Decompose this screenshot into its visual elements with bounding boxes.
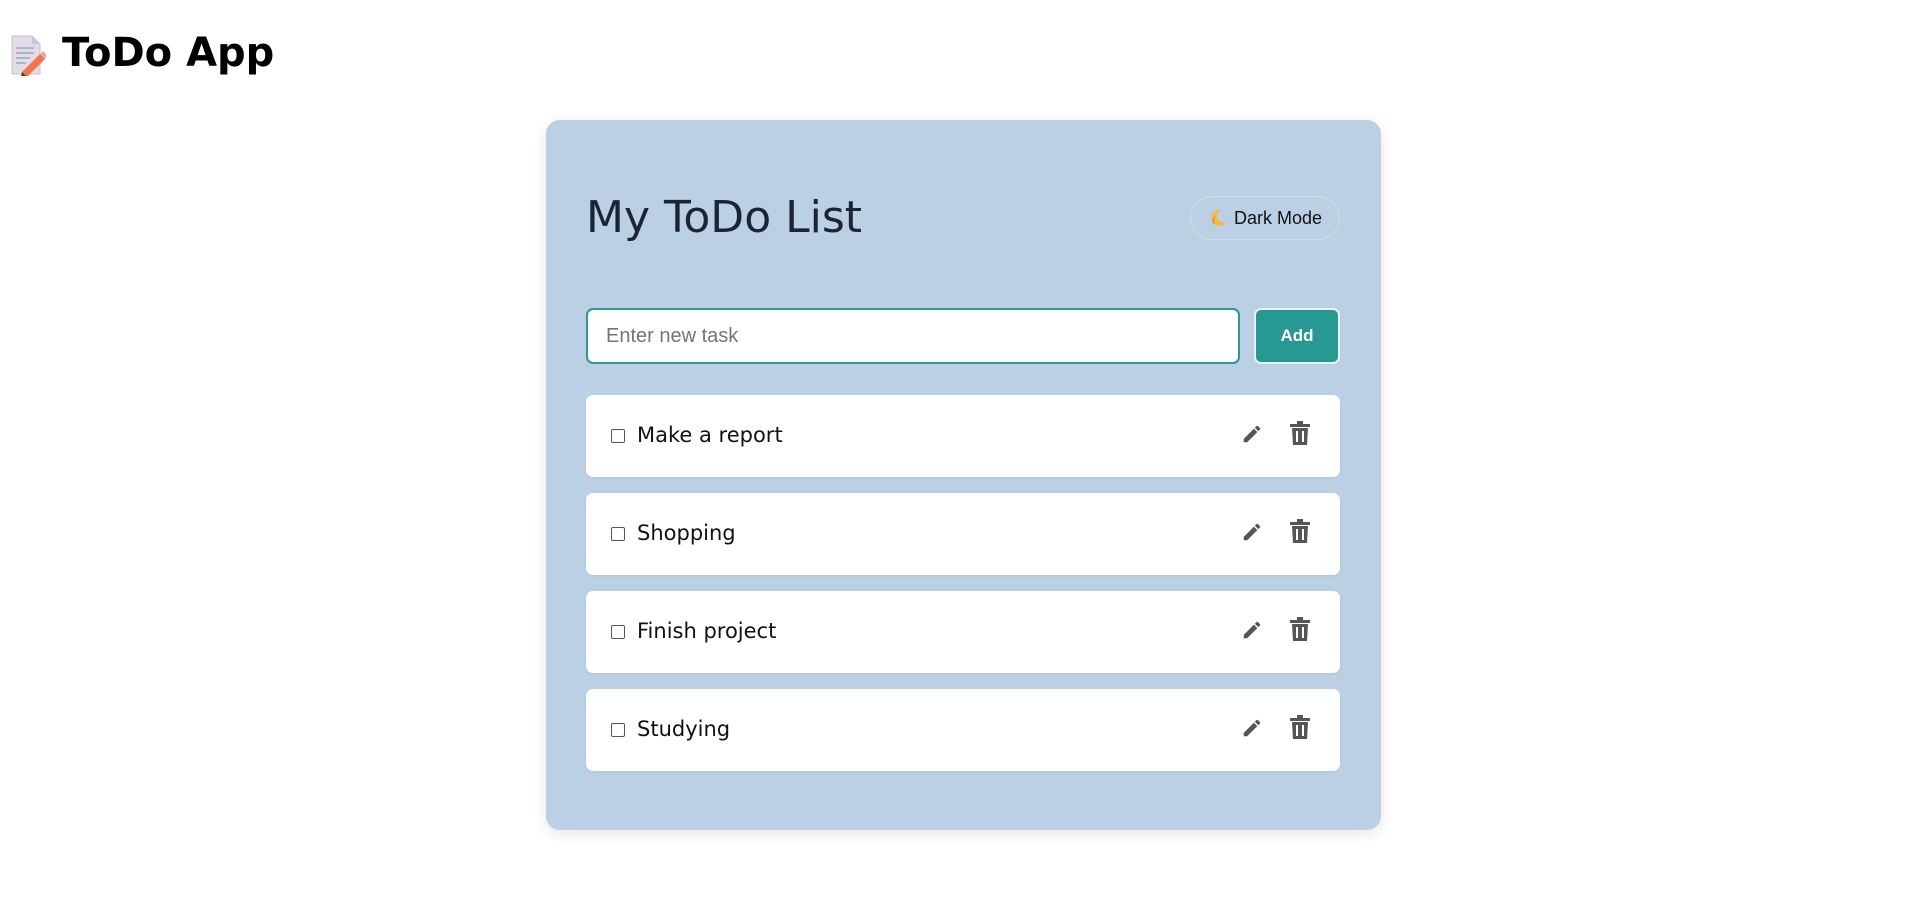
moon-icon xyxy=(1211,209,1226,226)
new-task-input[interactable] xyxy=(586,308,1240,364)
list-title: My ToDo List xyxy=(586,192,863,243)
task-item: Finish project xyxy=(586,591,1340,673)
task-checkbox[interactable] xyxy=(611,527,625,541)
task-text: Studying xyxy=(637,717,731,741)
task-checkbox[interactable] xyxy=(611,429,625,443)
trash-icon[interactable] xyxy=(1289,519,1311,544)
task-text: Make a report xyxy=(637,423,783,447)
trash-icon[interactable] xyxy=(1289,617,1311,642)
task-item: Studying xyxy=(586,689,1340,771)
app-header: ToDo App xyxy=(0,0,600,110)
app-title: ToDo App xyxy=(62,30,275,76)
pencil-icon[interactable] xyxy=(1241,717,1263,739)
pencil-icon[interactable] xyxy=(1241,423,1263,445)
task-text: Finish project xyxy=(637,619,777,643)
dark-mode-label: Dark Mode xyxy=(1233,207,1323,228)
pencil-icon[interactable] xyxy=(1241,521,1263,543)
task-item: Shopping xyxy=(586,493,1340,575)
task-item: Make a report xyxy=(586,395,1340,477)
task-text: Shopping xyxy=(637,521,736,545)
task-checkbox[interactable] xyxy=(611,625,625,639)
todo-card: My ToDo List Dark Mode Add Make a report xyxy=(546,120,1381,830)
add-task-button[interactable]: Add xyxy=(1254,308,1340,364)
memo-pencil-icon xyxy=(11,35,46,76)
task-checkbox[interactable] xyxy=(611,723,625,737)
trash-icon[interactable] xyxy=(1289,715,1311,740)
pencil-icon[interactable] xyxy=(1241,619,1263,641)
dark-mode-button[interactable]: Dark Mode xyxy=(1190,196,1340,240)
trash-icon[interactable] xyxy=(1289,421,1311,446)
